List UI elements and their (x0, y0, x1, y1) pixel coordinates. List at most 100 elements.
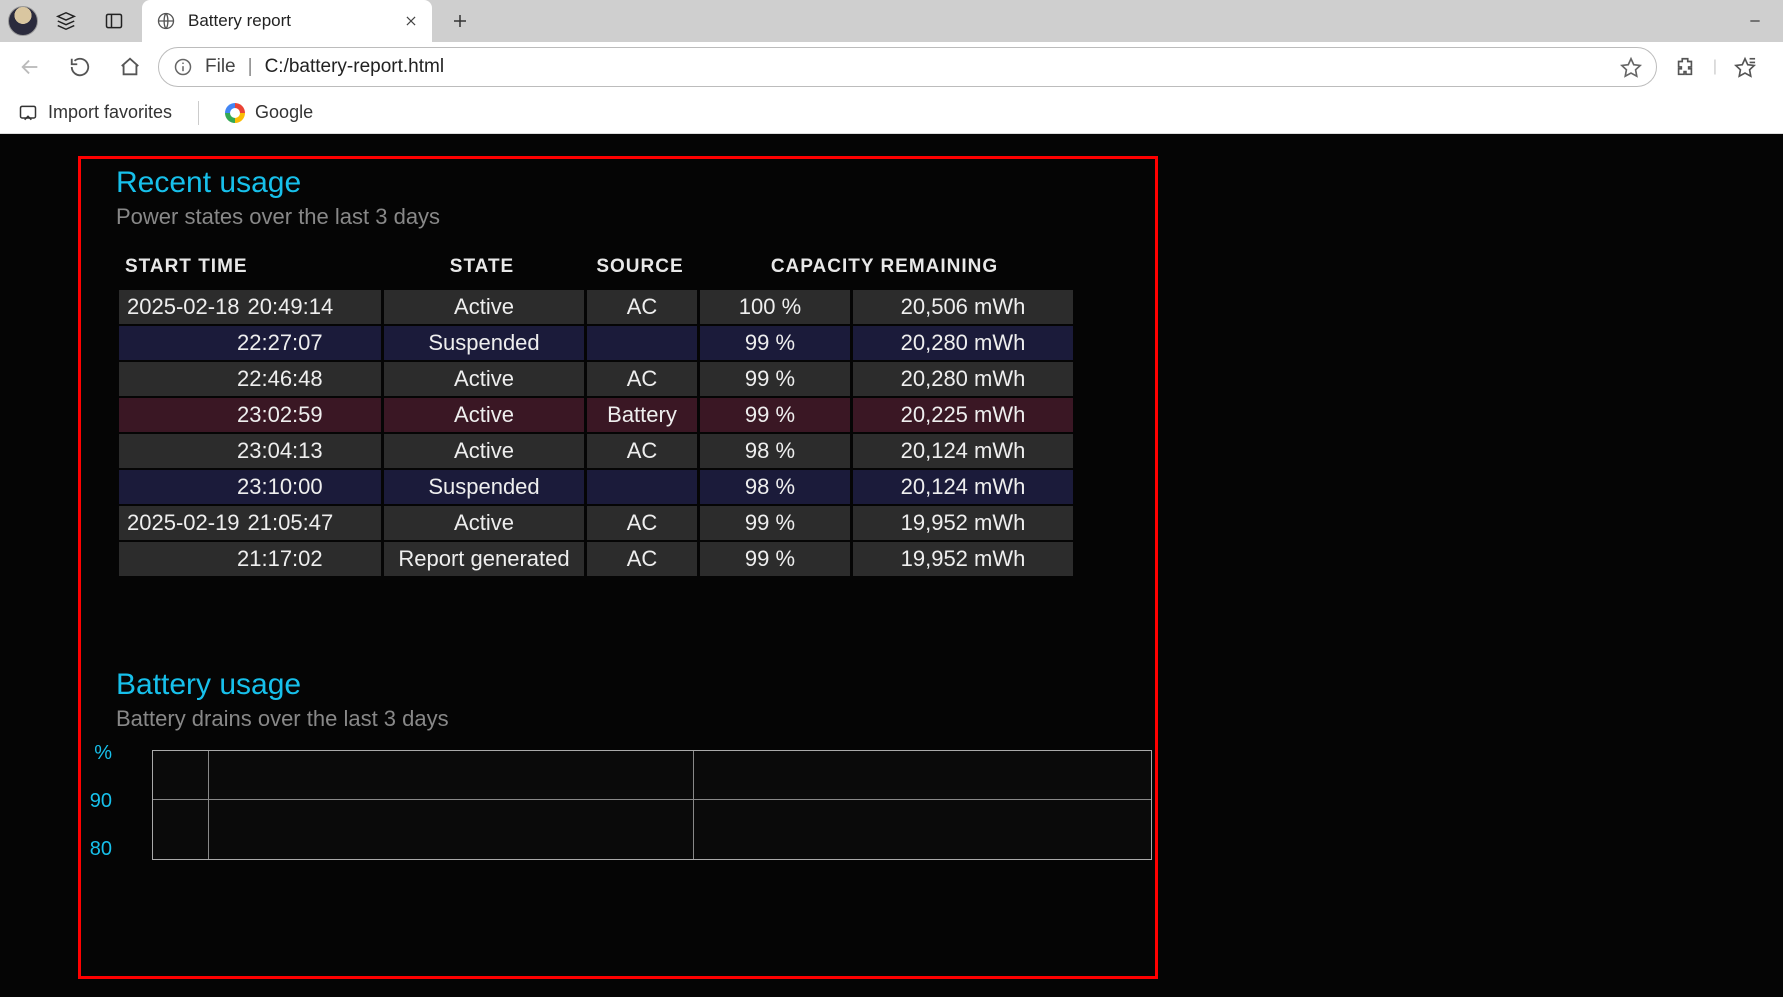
cell-state: Active (384, 434, 584, 468)
cell-source: AC (587, 362, 697, 396)
chart-y-axis-labels: % 90 80 (84, 742, 112, 886)
cell-capacity-mwh: 20,124 mWh (853, 470, 1073, 504)
col-source: SOURCE (587, 250, 697, 288)
cell-capacity-pct: 100 % (700, 290, 850, 324)
cell-state: Active (384, 398, 584, 432)
chart-grid (152, 750, 1152, 860)
cell-capacity-mwh: 20,225 mWh (853, 398, 1073, 432)
cell-state: Active (384, 506, 584, 540)
table-row: 23:02:59ActiveBattery99 %20,225 mWh (119, 398, 1073, 432)
address-scheme: File (205, 56, 236, 78)
page-viewport: Recent usage Power states over the last … (0, 134, 1783, 997)
recent-usage-heading: Recent usage (116, 166, 1783, 200)
browser-tab[interactable]: Battery report (142, 0, 432, 42)
workspaces-icon[interactable] (46, 1, 86, 41)
cell-capacity-pct: 99 % (700, 362, 850, 396)
cell-start-time: 21:17:02 (119, 542, 381, 576)
import-favorites-label: Import favorites (48, 102, 172, 123)
profile-avatar[interactable] (8, 6, 38, 36)
window-controls (1727, 0, 1783, 42)
globe-icon (156, 11, 176, 31)
cell-capacity-mwh: 20,280 mWh (853, 362, 1073, 396)
cell-state: Active (384, 290, 584, 324)
tab-close-icon[interactable] (404, 14, 418, 28)
cell-capacity-mwh: 19,952 mWh (853, 506, 1073, 540)
cell-capacity-mwh: 20,124 mWh (853, 434, 1073, 468)
cell-start-time: 23:04:13 (119, 434, 381, 468)
battery-usage-subheading: Battery drains over the last 3 days (116, 706, 1783, 732)
chart-gridline-v (208, 751, 209, 859)
cell-source: AC (587, 290, 697, 324)
cell-start-time: 2025-02-1921:05:47 (119, 506, 381, 540)
chart-gridline-v (693, 751, 694, 859)
cell-start-time: 22:46:48 (119, 362, 381, 396)
cell-start-time: 23:02:59 (119, 398, 381, 432)
table-row: 23:10:00Suspended 98 %20,124 mWh (119, 470, 1073, 504)
cell-capacity-mwh: 20,506 mWh (853, 290, 1073, 324)
cell-capacity-pct: 98 % (700, 434, 850, 468)
table-row: 21:17:02Report generatedAC99 %19,952 mWh (119, 542, 1073, 576)
ytick-label: 90 (84, 790, 112, 838)
cell-source: AC (587, 542, 697, 576)
col-start-time: START TIME (119, 250, 381, 288)
new-tab-button[interactable] (440, 1, 480, 41)
bookmark-google[interactable]: Google (219, 98, 319, 127)
cell-state: Suspended (384, 326, 584, 360)
cell-capacity-pct: 99 % (700, 326, 850, 360)
window-minimize-button[interactable] (1727, 0, 1783, 42)
import-favorites-button[interactable]: Import favorites (12, 98, 178, 127)
recent-usage-table: START TIME STATE SOURCE CAPACITY REMAINI… (116, 248, 1076, 578)
cell-capacity-pct: 99 % (700, 506, 850, 540)
ytick-label: 80 (84, 838, 112, 886)
nav-back-button[interactable] (8, 45, 52, 89)
nav-refresh-button[interactable] (58, 45, 102, 89)
cell-capacity-pct: 99 % (700, 398, 850, 432)
recent-usage-subheading: Power states over the last 3 days (116, 204, 1783, 230)
col-state: STATE (384, 250, 584, 288)
table-row: 2025-02-1820:49:14ActiveAC100 %20,506 mW… (119, 290, 1073, 324)
table-row: 23:04:13ActiveAC98 %20,124 mWh (119, 434, 1073, 468)
favorite-star-icon[interactable] (1620, 56, 1642, 78)
cell-capacity-pct: 98 % (700, 470, 850, 504)
table-row: 22:27:07Suspended 99 %20,280 mWh (119, 326, 1073, 360)
cell-capacity-mwh: 20,280 mWh (853, 326, 1073, 360)
browser-toolbar: File | C:/battery-report.html | (0, 42, 1783, 92)
recent-usage-section: Recent usage Power states over the last … (116, 166, 1783, 578)
cell-source: Battery (587, 398, 697, 432)
google-logo-icon (225, 103, 245, 123)
battery-usage-heading: Battery usage (116, 668, 1783, 702)
battery-usage-chart: % 90 80 (116, 750, 1783, 860)
cell-capacity-pct: 99 % (700, 542, 850, 576)
extensions-icon[interactable] (1663, 45, 1707, 89)
address-bar[interactable]: File | C:/battery-report.html (158, 47, 1657, 87)
favorites-list-icon[interactable] (1723, 45, 1767, 89)
cell-start-time: 23:10:00 (119, 470, 381, 504)
cell-source (587, 470, 697, 504)
address-separator: | (248, 56, 253, 78)
bookmark-separator (198, 101, 199, 125)
cell-capacity-mwh: 19,952 mWh (853, 542, 1073, 576)
site-info-icon[interactable] (173, 57, 193, 77)
bookmark-google-label: Google (255, 102, 313, 123)
cell-source: AC (587, 506, 697, 540)
cell-source: AC (587, 434, 697, 468)
tab-title: Battery report (188, 11, 392, 31)
tab-actions-icon[interactable] (94, 1, 134, 41)
table-row: 22:46:48ActiveAC99 %20,280 mWh (119, 362, 1073, 396)
battery-usage-section: Battery usage Battery drains over the la… (116, 668, 1783, 860)
ytick-label: % (84, 742, 112, 790)
table-row: 2025-02-1921:05:47ActiveAC99 %19,952 mWh (119, 506, 1073, 540)
cell-state: Report generated (384, 542, 584, 576)
import-icon (18, 103, 38, 123)
table-header-row: START TIME STATE SOURCE CAPACITY REMAINI… (119, 250, 1073, 288)
tab-strip: Battery report (0, 0, 1783, 42)
chart-gridline-h (153, 799, 1151, 800)
cell-source (587, 326, 697, 360)
cell-start-time: 22:27:07 (119, 326, 381, 360)
address-path: C:/battery-report.html (265, 56, 445, 78)
bookmarks-bar: Import favorites Google (0, 92, 1783, 134)
cell-state: Suspended (384, 470, 584, 504)
cell-state: Active (384, 362, 584, 396)
cell-start-time: 2025-02-1820:49:14 (119, 290, 381, 324)
nav-home-button[interactable] (108, 45, 152, 89)
